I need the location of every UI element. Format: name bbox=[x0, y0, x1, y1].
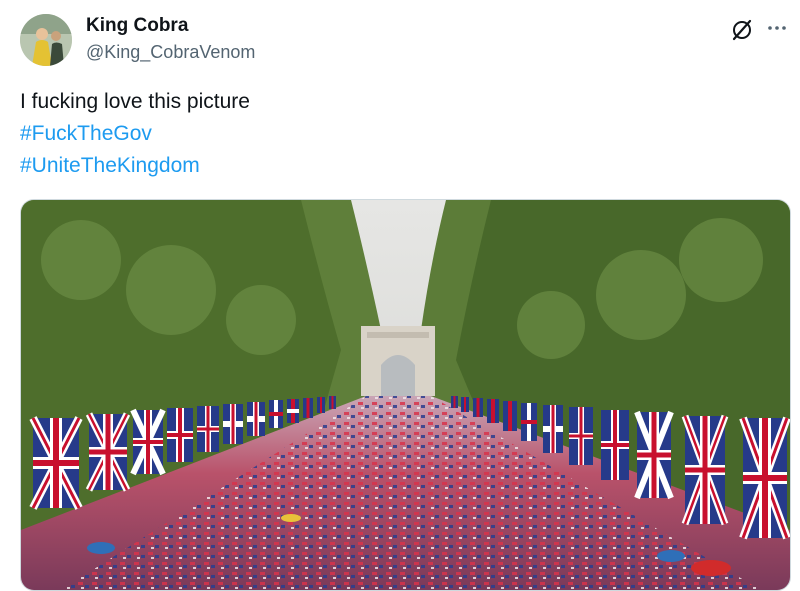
author-handle[interactable]: @King_CobraVenom bbox=[86, 42, 255, 63]
grok-icon[interactable] bbox=[730, 18, 754, 42]
hashtag-link-1[interactable]: #FuckTheGov bbox=[20, 118, 780, 150]
hashtag-link-2[interactable]: #UniteTheKingdom bbox=[20, 150, 780, 182]
mall-flags-photo bbox=[21, 200, 790, 590]
tweet-text-line: I fucking love this picture bbox=[20, 90, 250, 113]
tweet-header: King Cobra @King_CobraVenom bbox=[20, 12, 790, 68]
tweet-media-image[interactable] bbox=[20, 199, 791, 591]
author-name[interactable]: King Cobra bbox=[86, 15, 188, 37]
tweet-text: I fucking love this picture #FuckTheGov … bbox=[20, 86, 780, 182]
more-icon[interactable] bbox=[764, 15, 790, 41]
avatar[interactable] bbox=[20, 14, 72, 66]
